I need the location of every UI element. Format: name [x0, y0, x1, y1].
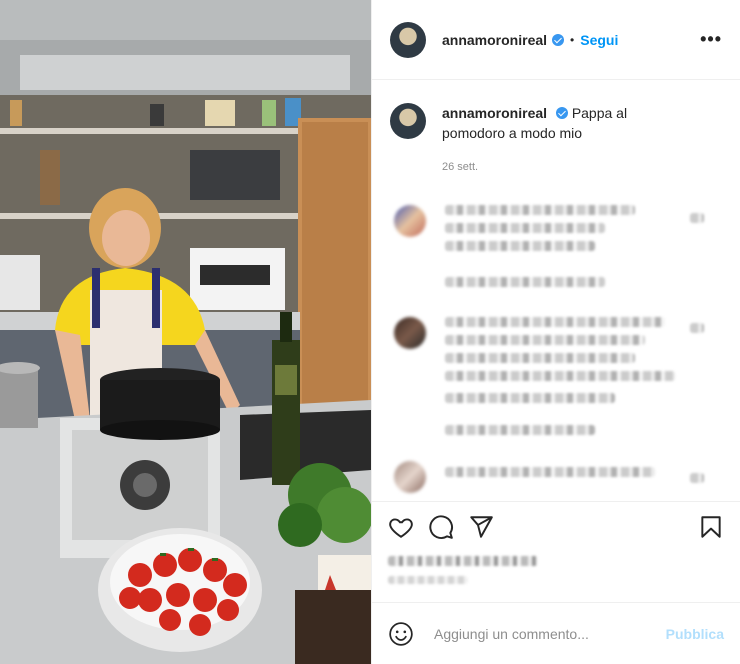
post-actions [372, 501, 740, 601]
paper-plane-icon[interactable] [468, 514, 494, 540]
blurred-comment [390, 461, 722, 501]
author-username[interactable]: annamoronireal [442, 32, 547, 48]
blurred-avatar [394, 205, 426, 237]
author-avatar[interactable] [390, 21, 426, 58]
action-icons-bar [388, 512, 724, 542]
follow-button[interactable]: Segui [580, 32, 618, 48]
verified-badge-icon [555, 107, 568, 119]
comment-bubble-icon[interactable] [428, 514, 454, 540]
post-timestamp[interactable]: 26 sett. [442, 157, 642, 177]
comment-input[interactable] [434, 625, 666, 642]
comments-list[interactable]: annamoronireal Pappa al pomodoro a modo … [372, 81, 740, 501]
kitchen-photo-illustration [0, 0, 371, 664]
post-caption: annamoronireal Pappa al pomodoro a modo … [390, 103, 722, 177]
blurred-comment [390, 317, 722, 457]
caption-author-avatar[interactable] [390, 103, 426, 139]
add-comment-bar: Pubblica [372, 602, 740, 664]
blurred-avatar [394, 461, 426, 493]
post-details-panel: annamoronireal • Segui ••• annamoronirea… [371, 0, 740, 664]
more-options-icon[interactable]: ••• [700, 29, 722, 50]
separator-dot: • [570, 32, 575, 47]
heart-icon[interactable] [388, 514, 414, 540]
caption-body: annamoronireal Pappa al pomodoro a modo … [442, 103, 642, 177]
post-photo[interactable] [0, 0, 371, 664]
blurred-comment [390, 205, 722, 305]
bookmark-icon[interactable] [698, 514, 724, 540]
verified-badge-icon [552, 33, 565, 46]
blurred-avatar [394, 317, 426, 349]
blurred-likes [388, 556, 538, 566]
post-header: annamoronireal • Segui ••• [372, 0, 740, 80]
emoji-icon[interactable] [388, 621, 414, 647]
blurred-date [388, 576, 468, 584]
publish-button[interactable]: Pubblica [666, 626, 724, 642]
caption-username[interactable]: annamoronireal [442, 105, 547, 121]
